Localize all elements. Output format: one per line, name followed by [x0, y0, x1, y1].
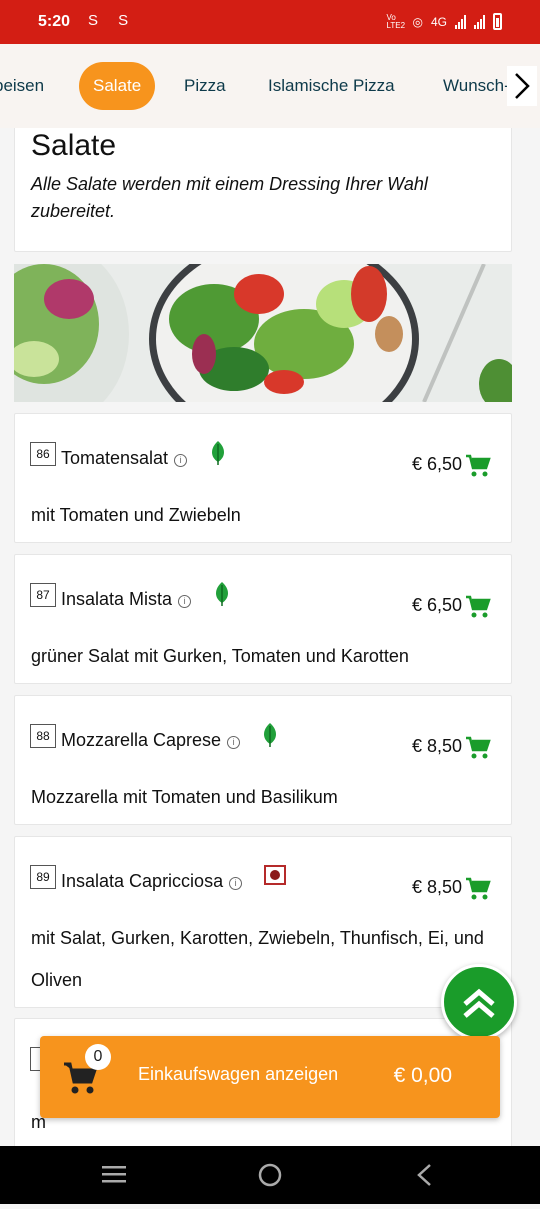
category-tabs: peisen Salate Pizza Islamische Pizza Wun…	[0, 44, 540, 128]
tab-wunsch[interactable]: Wunsch-	[443, 62, 510, 110]
system-nav-bar	[0, 1146, 540, 1204]
item-price: € 6,50	[411, 595, 462, 615]
item-name-text: Insalata Capricciosa	[61, 871, 224, 891]
vegetarian-leaf-icon	[260, 722, 280, 753]
view-cart-label[interactable]: Einkaufswagen anzeigen	[138, 1064, 338, 1085]
info-icon[interactable]: i	[178, 595, 192, 608]
status-bar: 5:20 S S Vo LTE2 ◎ 4G	[0, 0, 540, 44]
cart-count-badge: 0	[85, 1044, 111, 1070]
double-chevron-up-icon	[463, 988, 495, 1018]
battery-icon	[493, 13, 502, 30]
network-type-label: 4G	[430, 14, 447, 29]
section-subtitle: Alle Salate werden mit einem Dressing Ih…	[31, 174, 428, 221]
cart-total: € 0,00	[393, 1064, 452, 1087]
status-time: 5:20	[38, 13, 71, 30]
menu-item[interactable]: 87 Insalata Mista i € 6,50 grüner Salat m…	[14, 554, 512, 684]
item-price: € 6,50	[411, 454, 462, 474]
home-icon[interactable]	[258, 1163, 282, 1187]
section-title: Salate	[31, 129, 117, 162]
tab-islamische-pizza[interactable]: Islamische Pizza	[268, 62, 395, 110]
add-to-cart-icon[interactable]	[465, 877, 491, 906]
info-icon[interactable]: i	[227, 736, 241, 749]
item-description: Mozzarella mit Tomaten und Basilikum	[31, 787, 338, 807]
item-description: mit Tomaten und Zwiebeln	[31, 505, 241, 525]
menu-item[interactable]: 89 Insalata Capricciosa i € 8,50 mit Sala…	[14, 836, 512, 1008]
back-icon[interactable]	[417, 1164, 431, 1186]
non-vegetarian-icon	[264, 865, 286, 890]
item-description: grüner Salat mit Gurken, Tomaten und Kar…	[31, 646, 409, 666]
tab-speisen[interactable]: peisen	[0, 62, 44, 110]
item-name-text: Insalata Mista	[61, 589, 173, 609]
add-to-cart-icon[interactable]	[465, 595, 491, 624]
chevron-right-icon[interactable]	[507, 66, 537, 106]
tab-pizza[interactable]: Pizza	[184, 62, 226, 110]
status-right-icons: Vo LTE2 ◎ 4G	[386, 12, 502, 30]
item-price: € 8,50	[411, 736, 462, 756]
volte-icon: Vo LTE2	[386, 12, 406, 30]
item-name[interactable]: Insalata Capricciosa i	[61, 871, 243, 892]
add-to-cart-icon[interactable]	[465, 736, 491, 765]
menu-item[interactable]: 86 Tomatensalat i € 6,50 mit Tomaten und …	[14, 413, 512, 543]
section-header-card: Salate Alle Salate werden mit einem Dres…	[14, 128, 512, 252]
item-name-text: Tomatensalat	[61, 448, 169, 468]
menu-item[interactable]: 88 Mozzarella Caprese i € 8,50 Mozzarella…	[14, 695, 512, 825]
item-name[interactable]: Tomatensalat i	[61, 448, 188, 469]
item-number: 87	[30, 583, 56, 607]
salad-banner-image	[14, 264, 512, 402]
item-name[interactable]: Mozzarella Caprese i	[61, 730, 241, 751]
cart-bar[interactable]: 0 Einkaufswagen anzeigen € 0,00	[40, 1036, 500, 1118]
info-icon[interactable]: i	[229, 877, 243, 890]
item-price: € 8,50	[411, 877, 462, 897]
signal-icon	[455, 14, 466, 29]
recents-icon[interactable]	[102, 1166, 126, 1183]
notification-icons: S S	[88, 12, 137, 29]
vegetarian-leaf-icon	[212, 581, 232, 612]
add-to-cart-icon[interactable]	[465, 454, 491, 483]
item-name[interactable]: Insalata Mista i	[61, 589, 192, 610]
item-description: mit Salat, Gurken, Karotten, Zwiebeln, T…	[31, 928, 484, 990]
item-name-text: Mozzarella Caprese	[61, 730, 222, 750]
signal-icon-2	[474, 14, 485, 29]
vegetarian-leaf-icon	[208, 440, 228, 471]
item-number: 88	[30, 724, 56, 748]
item-number: 89	[30, 865, 56, 889]
hotspot-icon: ◎	[412, 14, 423, 29]
item-number: 86	[30, 442, 56, 466]
scroll-to-top-button[interactable]	[441, 964, 517, 1040]
tab-salate[interactable]: Salate	[79, 62, 156, 110]
info-icon[interactable]: i	[174, 454, 188, 467]
